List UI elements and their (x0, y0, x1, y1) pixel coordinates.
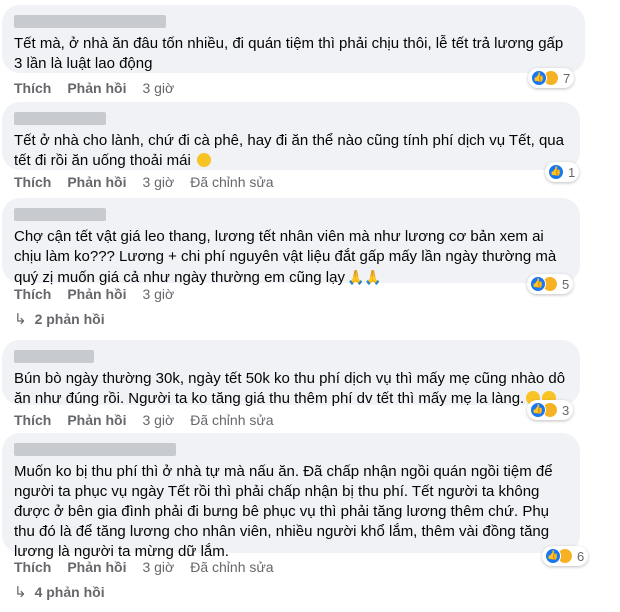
reply-arrow-icon: ↳ (14, 584, 27, 601)
comment-text: Bún bò ngày thường 30k, ngày tết 50k ko … (14, 369, 566, 409)
comment-bubble: Tết ở nhà cho lành, chứ đi cà phê, hay đ… (2, 102, 580, 170)
comment-actions: Thích Phản hồi 3 giờ (14, 284, 190, 304)
comment-text: Muốn ko bị thu phí thì ở nhà tự mà nấu ă… (14, 463, 553, 560)
commenter-name-redacted[interactable] (14, 443, 176, 456)
like-button[interactable]: Thích (14, 174, 51, 190)
edited-label: Đã chỉnh sửa (190, 559, 274, 575)
comment-bubble: Chợ cận tết vật giá leo thang, lương tết… (2, 198, 580, 286)
like-reaction-icon: 👍 (530, 276, 546, 292)
comment-text: Chợ cận tết vật giá leo thang, lương tết… (14, 227, 566, 288)
edited-label: Đã chỉnh sửa (190, 412, 274, 428)
replies-count-label: 2 phản hồi (34, 311, 105, 327)
timestamp[interactable]: 3 giờ (142, 174, 174, 190)
like-reaction-icon: 👍 (530, 402, 546, 418)
comment-bubble: Bún bò ngày thường 30k, ngày tết 50k ko … (2, 340, 580, 407)
reaction-summary[interactable]: 👍 6 (542, 546, 589, 566)
like-reaction-icon: 👍 (548, 164, 564, 180)
reaction-count: 5 (562, 276, 570, 292)
comment-bubble: Tết mà, ở nhà ăn đâu tốn nhiều, đi quán … (2, 5, 585, 73)
commenter-name-redacted[interactable] (14, 15, 166, 28)
reaction-count: 3 (562, 402, 570, 418)
like-button[interactable]: Thích (14, 80, 51, 96)
reaction-count: 1 (568, 164, 576, 180)
commenter-name-redacted[interactable] (14, 350, 94, 363)
reply-button[interactable]: Phản hồi (67, 80, 126, 96)
like-button[interactable]: Thích (14, 286, 51, 302)
view-replies-link[interactable]: ↳ 2 phản hồi (14, 309, 105, 329)
reaction-count: 6 (577, 548, 585, 564)
reaction-summary[interactable]: 👍 1 (545, 162, 580, 182)
comment-actions: Thích Phản hồi 3 giờ Đã chỉnh sửa (14, 557, 274, 577)
timestamp[interactable]: 3 giờ (142, 80, 174, 96)
comment-text: Tết mà, ở nhà ăn đâu tốn nhiều, đi quán … (14, 35, 564, 72)
reply-button[interactable]: Phản hồi (67, 559, 126, 575)
comment-bubble: Muốn ko bị thu phí thì ở nhà tự mà nấu ă… (2, 433, 580, 560)
comment-text-body: Tết ở nhà cho lành, chứ đi cà phê, hay đ… (14, 132, 564, 169)
reaction-count: 7 (563, 70, 571, 86)
reaction-summary[interactable]: 👍 5 (527, 274, 574, 294)
reply-button[interactable]: Phản hồi (67, 174, 126, 190)
view-replies-link[interactable]: ↳ 4 phản hồi (14, 582, 105, 602)
edited-label: Đã chỉnh sửa (190, 174, 274, 190)
comment-actions: Thích Phản hồi 3 giờ (14, 78, 190, 98)
commenter-name-redacted[interactable] (14, 208, 106, 221)
reply-button[interactable]: Phản hồi (67, 286, 126, 302)
comment-text: Tết ở nhà cho lành, chứ đi cà phê, hay đ… (14, 131, 566, 171)
reply-arrow-icon: ↳ (14, 311, 27, 328)
comment-actions: Thích Phản hồi 3 giờ Đã chỉnh sửa (14, 172, 274, 192)
like-button[interactable]: Thích (14, 412, 51, 428)
like-reaction-icon: 👍 (545, 548, 561, 564)
reaction-summary[interactable]: 👍 3 (527, 400, 574, 420)
timestamp[interactable]: 3 giờ (142, 412, 174, 428)
reaction-summary[interactable]: 👍 7 (528, 68, 575, 88)
comment-text-body: Chợ cận tết vật giá leo thang, lương tết… (14, 228, 557, 286)
reply-button[interactable]: Phản hồi (67, 412, 126, 428)
flushed-emoji-icon (196, 153, 211, 167)
like-reaction-icon: 👍 (531, 70, 547, 86)
comment-text-body: Bún bò ngày thường 30k, ngày tết 50k ko … (14, 370, 566, 407)
like-button[interactable]: Thích (14, 559, 51, 575)
replies-count-label: 4 phản hồi (34, 584, 105, 600)
timestamp[interactable]: 3 giờ (142, 559, 174, 575)
commenter-name-redacted[interactable] (14, 112, 106, 125)
timestamp[interactable]: 3 giờ (142, 286, 174, 302)
comment-actions: Thích Phản hồi 3 giờ Đã chỉnh sửa (14, 410, 274, 430)
folded-hands-emoji-icon: 🙏🙏 (346, 269, 382, 285)
